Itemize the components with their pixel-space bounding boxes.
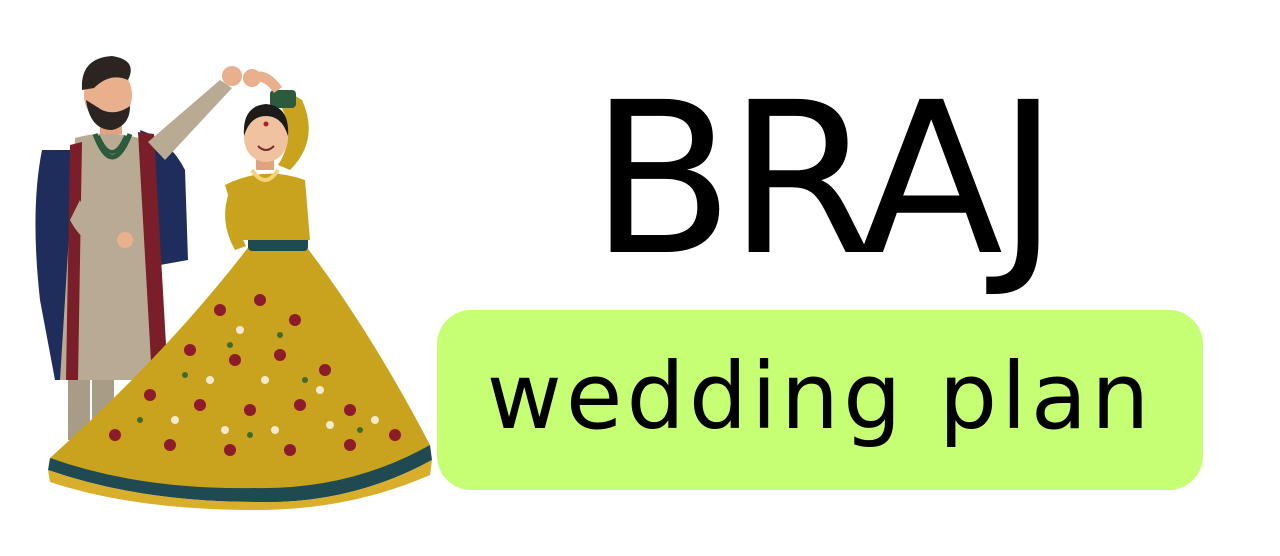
brand-logo: BRAJ wedding plan (0, 0, 1280, 556)
brand-title: BRAJ (590, 57, 1059, 302)
dancing-couple-icon (35, 56, 432, 510)
tagline-badge: wedding plan (437, 310, 1203, 490)
tagline-text: wedding plan (486, 343, 1154, 450)
